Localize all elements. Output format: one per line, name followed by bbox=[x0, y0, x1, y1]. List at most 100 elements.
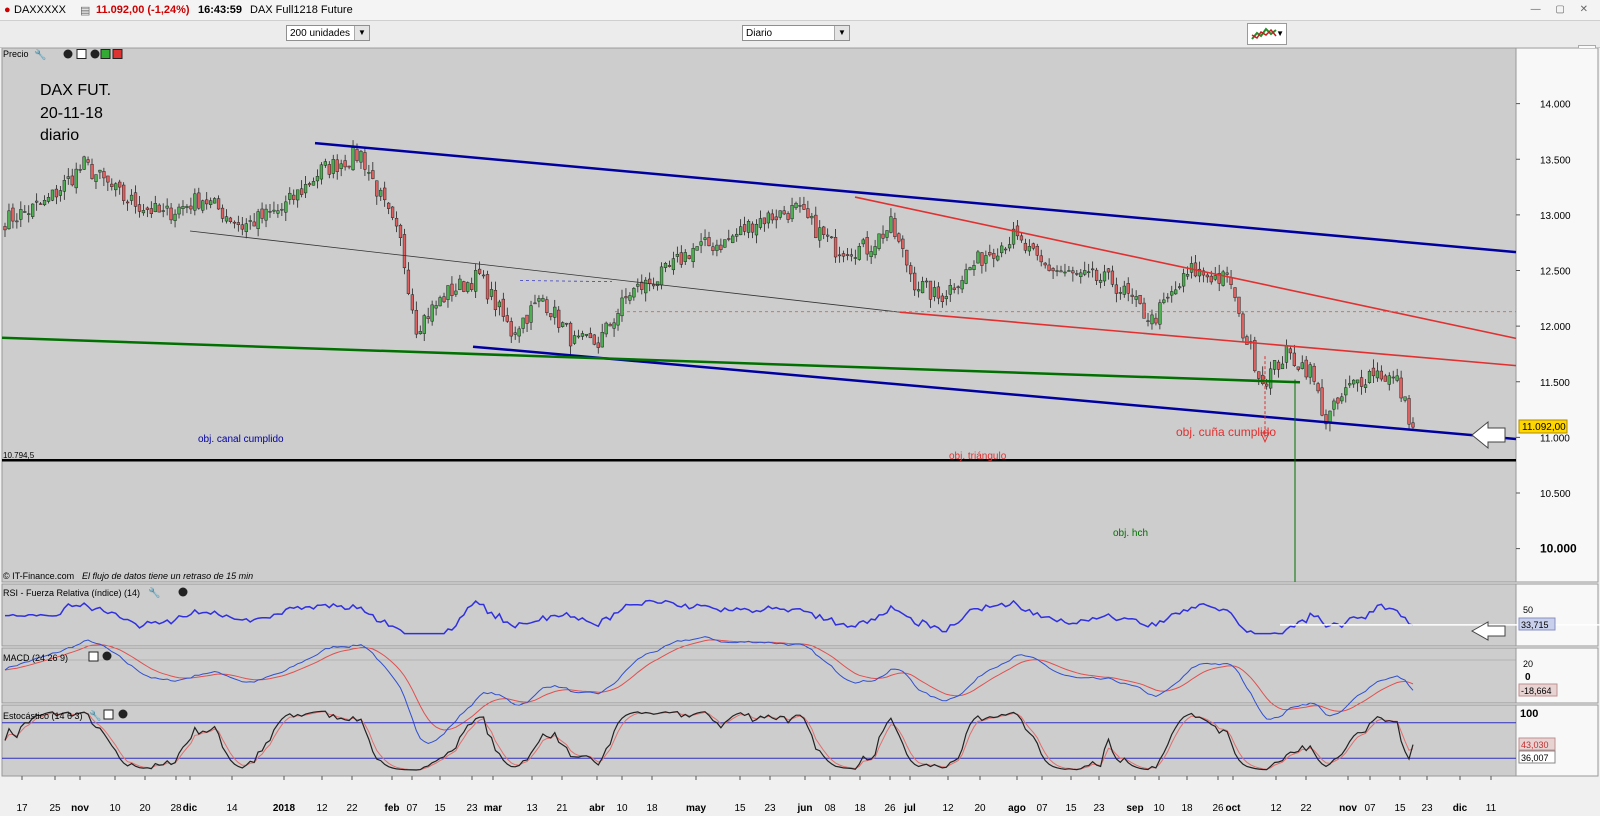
candle-body bbox=[592, 334, 596, 345]
candle-body bbox=[248, 220, 252, 222]
candle-body bbox=[1387, 375, 1391, 385]
candle-body bbox=[11, 207, 15, 222]
candle-body bbox=[505, 315, 509, 322]
candle-body bbox=[703, 237, 707, 240]
close-icon[interactable] bbox=[118, 709, 128, 719]
x-tick-label: 10 bbox=[616, 803, 628, 814]
candle-body bbox=[228, 217, 233, 222]
close-icon[interactable] bbox=[102, 651, 112, 661]
candle-body bbox=[446, 285, 450, 300]
x-tick-label: 12 bbox=[1270, 803, 1282, 814]
wrench-icon[interactable]: 🔧 bbox=[89, 709, 101, 722]
candle-body bbox=[1174, 289, 1178, 295]
close-icon[interactable] bbox=[178, 587, 188, 597]
candle-body bbox=[1312, 365, 1316, 382]
candle-body bbox=[319, 164, 324, 180]
close-icon[interactable] bbox=[63, 49, 73, 59]
chevron-down-icon: ▼ bbox=[834, 26, 849, 40]
candle-body bbox=[260, 208, 264, 219]
maximize-icon[interactable] bbox=[88, 651, 99, 662]
symbol-name[interactable]: DAXXXXX bbox=[14, 4, 66, 16]
candle-body bbox=[1114, 284, 1119, 294]
maximize-icon[interactable] bbox=[103, 709, 114, 720]
window-controls[interactable]: — ▢ ✕ bbox=[1531, 4, 1594, 15]
candle-body bbox=[1280, 363, 1285, 370]
candle-body bbox=[454, 290, 458, 295]
candle-body bbox=[363, 152, 367, 170]
remove-panel-icon[interactable] bbox=[112, 49, 123, 59]
candle-body bbox=[189, 205, 193, 210]
candle-body bbox=[161, 210, 165, 212]
x-tick-label: 07 bbox=[406, 803, 418, 814]
add-indicator-icon[interactable] bbox=[90, 49, 100, 59]
candle-body bbox=[1007, 244, 1012, 249]
candle-body bbox=[280, 208, 284, 211]
candle-body bbox=[1181, 273, 1186, 287]
y-tick-label: 13.000 bbox=[1540, 211, 1571, 222]
candle-body bbox=[19, 209, 23, 220]
stoch-d-badge: 36,007 bbox=[1518, 750, 1556, 764]
chart-area[interactable]: 14.000 13.500 13.000 12.500 12.000 11.500 11.0… bbox=[0, 48, 1600, 816]
candle-body bbox=[220, 207, 225, 219]
stoch-tick-100: 100 bbox=[1520, 708, 1538, 720]
panel-price-bg bbox=[1, 48, 1517, 583]
candle-body bbox=[118, 181, 122, 188]
candle-body bbox=[881, 233, 885, 239]
x-tick-label: oct bbox=[1226, 803, 1242, 814]
candle-body bbox=[648, 278, 652, 285]
wrench-icon[interactable]: 🔧 bbox=[34, 48, 46, 61]
candle-body bbox=[992, 253, 996, 259]
wrench-icon[interactable]: 🔧 bbox=[148, 586, 160, 599]
candle-body bbox=[651, 284, 656, 287]
candle-body bbox=[394, 217, 399, 227]
candle-body bbox=[849, 254, 854, 257]
candle-body bbox=[402, 234, 407, 269]
x-tick-label: 13 bbox=[526, 803, 538, 814]
candle-body bbox=[1098, 279, 1103, 283]
copy-icon[interactable]: ▤ bbox=[80, 4, 90, 17]
candle-body bbox=[857, 246, 861, 260]
last-price-badge: 11.092,00 bbox=[1518, 419, 1568, 434]
candle-body bbox=[355, 149, 359, 161]
candle-body bbox=[719, 244, 723, 250]
candle-body bbox=[1304, 359, 1308, 378]
candle-body bbox=[1300, 362, 1304, 369]
x-tick-label: 15 bbox=[434, 803, 446, 814]
candle-body bbox=[612, 322, 616, 329]
candle-body bbox=[1257, 371, 1261, 379]
candle-body bbox=[1166, 296, 1170, 299]
candle-body bbox=[288, 192, 292, 200]
candle-body bbox=[1233, 287, 1237, 298]
candle-body bbox=[794, 202, 798, 209]
candle-body bbox=[165, 205, 169, 209]
candle-body bbox=[1000, 245, 1004, 254]
candle-body bbox=[572, 335, 577, 344]
macd-panel-label: MACD (24 26 9) bbox=[3, 653, 68, 663]
note-wedge: obj. cuña cumplido bbox=[1176, 425, 1276, 439]
candle-body bbox=[1075, 273, 1079, 275]
candle-body bbox=[1209, 275, 1213, 283]
period-select[interactable]: Diario ▼ bbox=[742, 25, 850, 41]
candle-body bbox=[54, 188, 59, 198]
candle-body bbox=[1059, 270, 1063, 273]
chevron-down-icon: ▼ bbox=[354, 26, 369, 40]
maximize-icon[interactable] bbox=[76, 49, 87, 59]
candle-body bbox=[466, 282, 470, 292]
candle-body bbox=[185, 206, 189, 208]
candle-body bbox=[224, 216, 229, 222]
x-tick-label: 23 bbox=[1093, 803, 1105, 814]
candle-body bbox=[383, 187, 387, 201]
candle-body bbox=[252, 221, 256, 227]
candle-body bbox=[833, 237, 838, 258]
symbol-label[interactable]: ● bbox=[4, 4, 11, 16]
x-tick-label: 23 bbox=[1421, 803, 1433, 814]
candle-body bbox=[477, 268, 482, 274]
candle-body bbox=[1205, 274, 1209, 278]
candle-body bbox=[897, 233, 901, 242]
x-tick-label: 18 bbox=[854, 803, 866, 814]
candle-body bbox=[125, 201, 130, 204]
units-select[interactable]: 200 unidades ▼ bbox=[286, 25, 370, 41]
export-icon[interactable] bbox=[100, 49, 111, 59]
chart-type-button[interactable]: ▼ bbox=[1247, 23, 1287, 45]
rsi-panel-header: RSI - Fuerza Relativa (índice) (14) 🔧 bbox=[3, 586, 188, 599]
